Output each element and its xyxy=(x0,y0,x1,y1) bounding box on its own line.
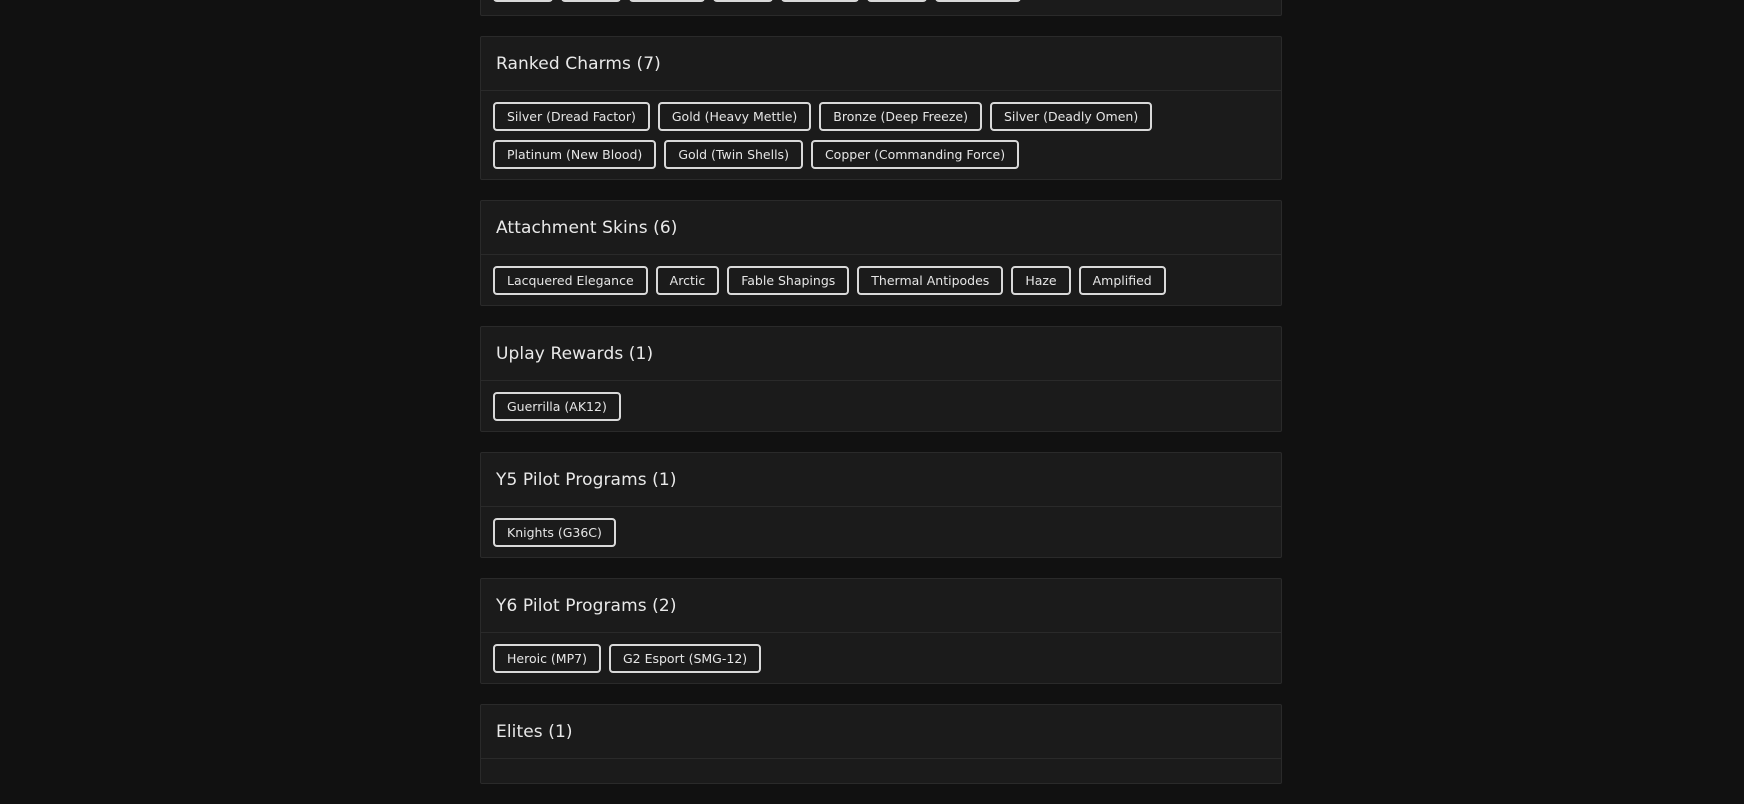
section-y5-pilot-programs: Y5 Pilot Programs (1) Knights (G36C) xyxy=(480,452,1282,558)
item-chip[interactable]: Heroic (MP7) xyxy=(493,644,601,673)
previous-section-card xyxy=(480,0,1282,16)
section-items: Knights (G36C) xyxy=(481,507,1281,557)
item-chip[interactable]: Thermal Antipodes xyxy=(857,266,1004,295)
section-title: Ranked Charms (7) xyxy=(496,53,661,74)
section-header: Elites (1) xyxy=(481,705,1281,759)
section-items: Heroic (MP7) G2 Esport (SMG-12) xyxy=(481,633,1281,683)
item-chip[interactable] xyxy=(561,0,621,2)
section-title: Elites (1) xyxy=(496,721,573,742)
item-chip[interactable]: Haze xyxy=(1011,266,1071,295)
previous-section-items xyxy=(481,0,1281,17)
section-items: Silver (Dread Factor) Gold (Heavy Mettle… xyxy=(481,91,1281,179)
item-chip[interactable]: Knights (G36C) xyxy=(493,518,616,547)
section-elites: Elites (1) xyxy=(480,704,1282,784)
section-header: Y5 Pilot Programs (1) xyxy=(481,453,1281,507)
item-chip[interactable] xyxy=(781,0,859,2)
section-attachment-skins: Attachment Skins (6) Lacquered Elegance … xyxy=(480,200,1282,306)
section-y6-pilot-programs: Y6 Pilot Programs (2) Heroic (MP7) G2 Es… xyxy=(480,578,1282,684)
item-chip[interactable]: Fable Shapings xyxy=(727,266,850,295)
section-header: Uplay Rewards (1) xyxy=(481,327,1281,381)
item-chip[interactable]: Gold (Heavy Mettle) xyxy=(657,102,812,131)
item-chip[interactable]: Bronze (Deep Freeze) xyxy=(819,102,982,131)
item-chip[interactable] xyxy=(629,0,705,2)
item-chip[interactable]: Amplified xyxy=(1078,266,1166,295)
section-uplay-rewards: Uplay Rewards (1) Guerrilla (AK12) xyxy=(480,326,1282,432)
item-chip[interactable]: Silver (Dread Factor) xyxy=(493,102,650,131)
section-title: Uplay Rewards (1) xyxy=(496,343,654,364)
section-title: Y6 Pilot Programs (2) xyxy=(496,595,677,616)
section-items: Guerrilla (AK12) xyxy=(481,381,1281,431)
item-chip[interactable]: G2 Esport (SMG-12) xyxy=(608,644,762,673)
collection-list: Ranked Charms (7) Silver (Dread Factor) … xyxy=(480,0,1282,804)
item-chip[interactable] xyxy=(713,0,773,2)
item-chip[interactable] xyxy=(493,0,553,2)
item-chip[interactable]: Arctic xyxy=(655,266,720,295)
item-chip[interactable]: Copper (Commanding Force) xyxy=(810,140,1020,169)
item-chip[interactable]: Silver (Deadly Omen) xyxy=(989,102,1153,131)
item-chip[interactable] xyxy=(935,0,1021,2)
section-header: Ranked Charms (7) xyxy=(481,37,1281,91)
item-chip[interactable] xyxy=(867,0,927,2)
item-chip[interactable]: Guerrilla (AK12) xyxy=(493,392,621,421)
section-ranked-charms: Ranked Charms (7) Silver (Dread Factor) … xyxy=(480,36,1282,180)
item-chip[interactable]: Platinum (New Blood) xyxy=(493,140,657,169)
item-chip[interactable]: Lacquered Elegance xyxy=(493,266,648,295)
section-items: Lacquered Elegance Arctic Fable Shapings… xyxy=(481,255,1281,305)
section-title: Y5 Pilot Programs (1) xyxy=(496,469,677,490)
section-header: Y6 Pilot Programs (2) xyxy=(481,579,1281,633)
item-chip[interactable]: Gold (Twin Shells) xyxy=(664,140,803,169)
section-header: Attachment Skins (6) xyxy=(481,201,1281,255)
section-title: Attachment Skins (6) xyxy=(496,217,678,238)
